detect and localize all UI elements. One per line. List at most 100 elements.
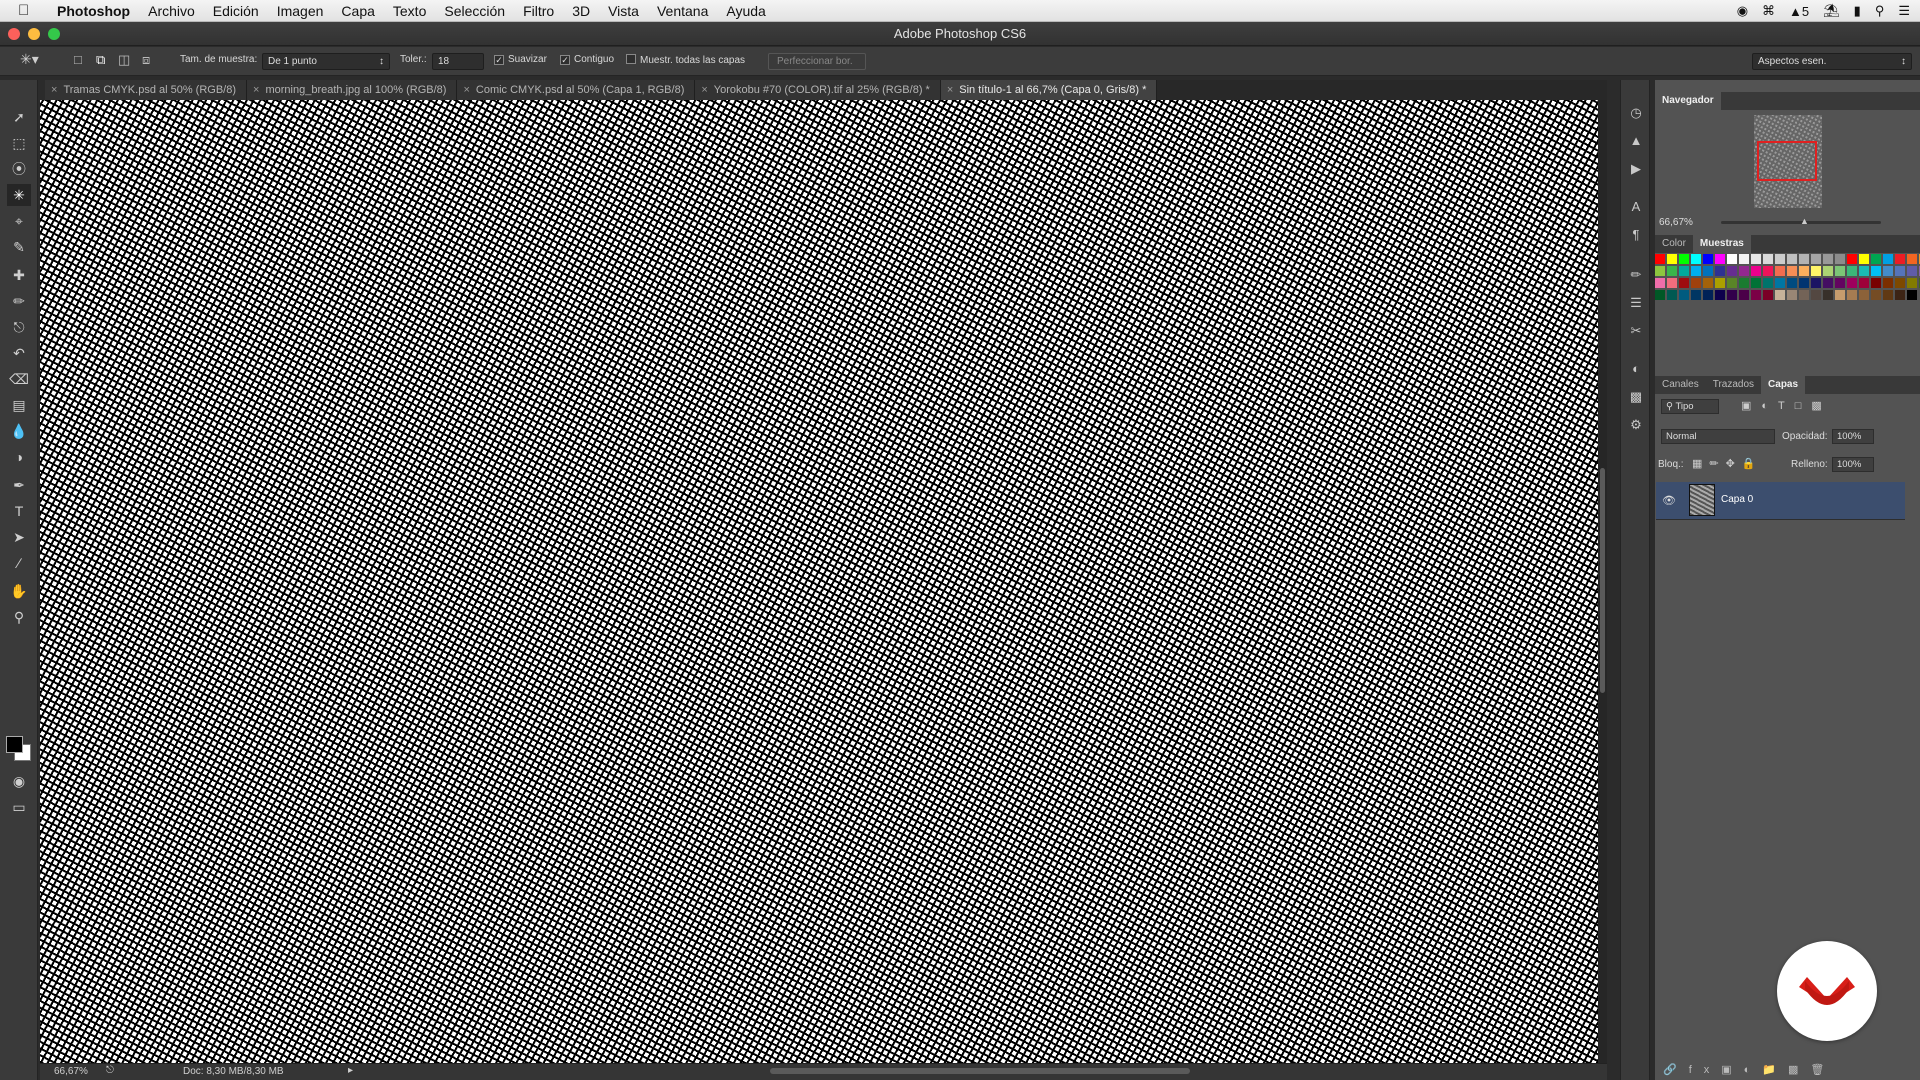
swatch[interactable] [1859,266,1869,276]
swatch[interactable] [1847,278,1857,288]
brush-tool-icon[interactable]: ✏ [7,290,31,312]
close-tab-icon[interactable]: × [463,84,469,96]
move-tool-icon[interactable]: ➚ [7,106,31,128]
opacity-input[interactable]: 100% [1832,429,1874,444]
swatch[interactable] [1835,254,1845,264]
navigator-view-rect[interactable] [1757,141,1817,181]
intersect-selection-icon[interactable]: ⧈ [142,52,150,68]
menu-archivo[interactable]: Archivo [139,3,204,19]
status-menu-arrow-icon[interactable]: ▸ [348,1065,353,1076]
swatch[interactable] [1787,278,1797,288]
menu-imagen[interactable]: Imagen [268,3,333,19]
swatch[interactable] [1847,290,1857,300]
close-window-button[interactable] [8,28,20,40]
adjustments-panel-icon[interactable]: ◐ [1627,360,1645,378]
layer-actions-icons[interactable]: 🔗fx▣◐📁▩🗑 [1663,1063,1836,1076]
sample-size-select[interactable]: De 1 punto ↕ [262,53,390,70]
tab-paths[interactable]: Trazados [1706,376,1761,394]
swatch[interactable] [1691,278,1701,288]
lasso-tool-icon[interactable]: ⦿ [7,158,31,180]
navigator-zoom[interactable]: 66,67% [1659,217,1693,228]
tab-tramas-cmyk[interactable]: × Tramas CMYK.psd al 50% (RGB/8) [45,80,248,100]
swatch[interactable] [1727,278,1737,288]
swatch[interactable] [1655,290,1665,300]
swatch[interactable] [1787,254,1797,264]
swatch[interactable] [1895,266,1905,276]
swatch[interactable] [1835,278,1845,288]
history-panel-icon[interactable]: ◷ [1627,104,1645,122]
swatch[interactable] [1727,266,1737,276]
swatch[interactable] [1775,266,1785,276]
lock-options-icons[interactable]: ▦✏✥🔒 [1692,457,1763,470]
swatch[interactable] [1715,278,1725,288]
doc-size[interactable]: Doc: 8,30 MB/8,30 MB [183,1066,284,1077]
status-zoom[interactable]: 66,67% [54,1066,88,1077]
swatch[interactable] [1895,290,1905,300]
tab-navigator[interactable]: Navegador [1655,92,1721,110]
swatch[interactable] [1883,254,1893,264]
gradient-tool-icon[interactable]: ▤ [7,394,31,416]
minimize-window-button[interactable] [28,28,40,40]
swatch[interactable] [1811,278,1821,288]
swatch[interactable] [1823,254,1833,264]
swatch[interactable] [1703,290,1713,300]
swatch[interactable] [1787,290,1797,300]
swatch[interactable] [1655,278,1665,288]
swatch[interactable] [1727,290,1737,300]
eye-visibility-icon[interactable]: 👁 [1662,494,1676,507]
swatch[interactable] [1727,254,1737,264]
swatch[interactable] [1799,266,1809,276]
swatch[interactable] [1679,278,1689,288]
swatch[interactable] [1691,290,1701,300]
menu-filtro[interactable]: Filtro [514,3,563,19]
battery-icon[interactable]: ▮ [1854,3,1861,19]
dodge-tool-icon[interactable]: ◑ [7,446,31,468]
menu-edicion[interactable]: Edición [204,3,268,19]
actions-panel-icon[interactable]: ▲ [1627,132,1645,150]
swatch[interactable] [1703,254,1713,264]
magic-wand-tool-preset-icon[interactable]: ✳▾ [20,51,39,68]
pen-tool-icon[interactable]: ✒ [7,474,31,496]
swatch[interactable] [1859,290,1869,300]
workspace-select[interactable]: Aspectos esen. ↕ [1752,53,1912,70]
swatch[interactable] [1847,254,1857,264]
quick-mask-icon[interactable]: ◉ [7,770,31,792]
swatch[interactable] [1787,266,1797,276]
close-tab-icon[interactable]: × [51,84,57,96]
swatch[interactable] [1763,278,1773,288]
swatch[interactable] [1823,290,1833,300]
horizontal-scroll-thumb[interactable] [770,1068,1190,1074]
eyedropper-tool-icon[interactable]: ✎ [7,236,31,258]
swatch[interactable] [1763,290,1773,300]
wifi-icon[interactable]: ⛱ [1823,3,1840,19]
menu-vista[interactable]: Vista [599,3,648,19]
swatch[interactable] [1895,278,1905,288]
keyboard-icon[interactable]: ⌘ [1762,3,1775,19]
swatch[interactable] [1835,290,1845,300]
swatch[interactable] [1679,290,1689,300]
menu-seleccion[interactable]: Selección [435,3,514,19]
menu-3d[interactable]: 3D [563,3,599,19]
swatch[interactable] [1811,266,1821,276]
swatch[interactable] [1667,254,1677,264]
menu-capa[interactable]: Capa [332,3,383,19]
vertical-scroll-thumb[interactable] [1600,468,1605,693]
blend-mode-select[interactable]: Normal [1661,429,1775,444]
crop-tool-icon[interactable]: ⌖ [7,210,31,232]
menu-texto[interactable]: Texto [384,3,435,19]
swatch[interactable] [1871,254,1881,264]
swatch[interactable] [1907,290,1917,300]
swatch[interactable] [1883,290,1893,300]
add-selection-icon[interactable]: ⧉ [96,52,105,68]
swatch[interactable] [1691,266,1701,276]
swatch[interactable] [1871,290,1881,300]
hand-tool-icon[interactable]: ✋ [7,580,31,602]
eraser-tool-icon[interactable]: ⌫ [7,368,31,390]
swatch[interactable] [1751,266,1761,276]
swatch[interactable] [1751,254,1761,264]
healing-brush-tool-icon[interactable]: ✚ [7,264,31,286]
swatch[interactable] [1703,266,1713,276]
swatch[interactable] [1835,266,1845,276]
tab-color[interactable]: Color [1655,235,1693,253]
subtract-selection-icon[interactable]: ◫ [118,52,130,68]
